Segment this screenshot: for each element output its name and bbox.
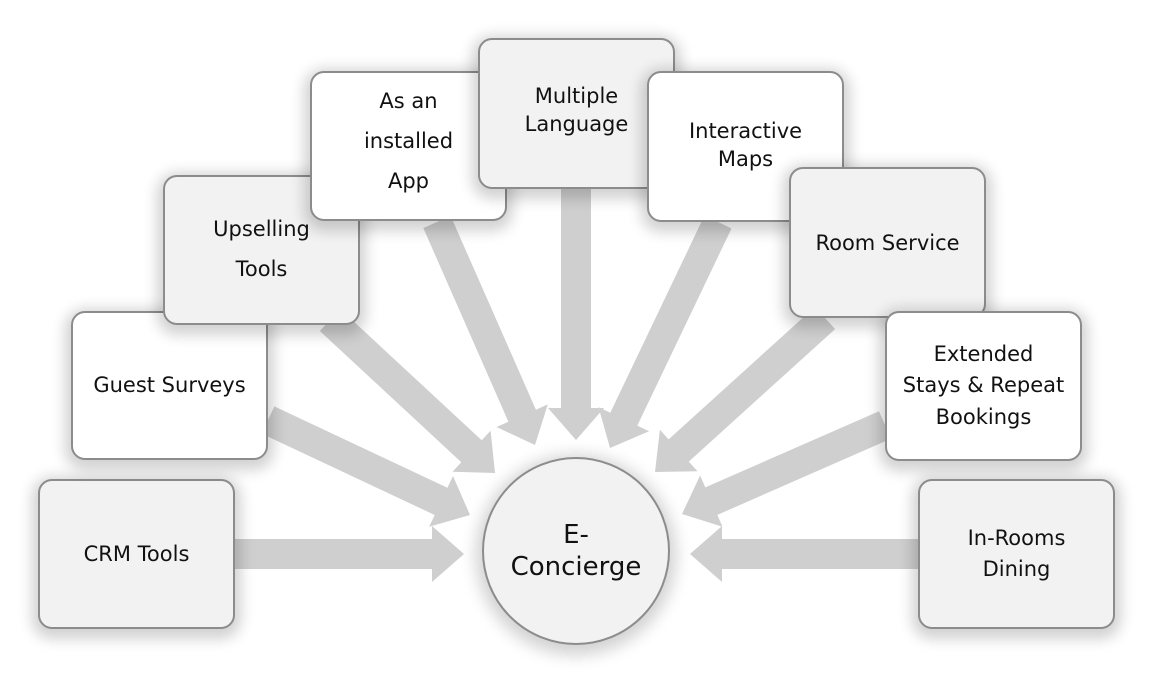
node-label: Upselling Tools <box>213 217 310 281</box>
node-extended-stays: Extended Stays & Repeat Bookings <box>885 311 1082 461</box>
arrow-crm-tools-to-hub <box>235 526 464 582</box>
node-room-service: Room Service <box>789 167 986 318</box>
hub-label: E- Concierge <box>510 519 642 583</box>
node-label: Guest Surveys <box>93 373 246 398</box>
node-in-rooms-dining: In-Rooms Dining <box>918 479 1115 629</box>
node-label: CRM Tools <box>83 541 190 566</box>
node-label: In-Rooms Dining <box>967 525 1066 582</box>
node-label: As an installed App <box>363 89 454 193</box>
node-label: Multiple Language <box>524 84 629 137</box>
node-crm-tools: CRM Tools <box>38 479 235 629</box>
node-label: Interactive Maps <box>688 119 803 172</box>
node-multiple-language: Multiple Language <box>478 38 675 189</box>
arrow-in-rooms-dining-to-hub <box>690 526 918 582</box>
hub-e-concierge: E- Concierge <box>482 457 670 645</box>
node-label: Room Service <box>815 231 960 255</box>
arrow-multiple-language-to-hub <box>548 189 604 440</box>
node-guest-surveys: Guest Surveys <box>71 311 268 460</box>
node-label: Extended Stays & Repeat Bookings <box>902 341 1065 429</box>
